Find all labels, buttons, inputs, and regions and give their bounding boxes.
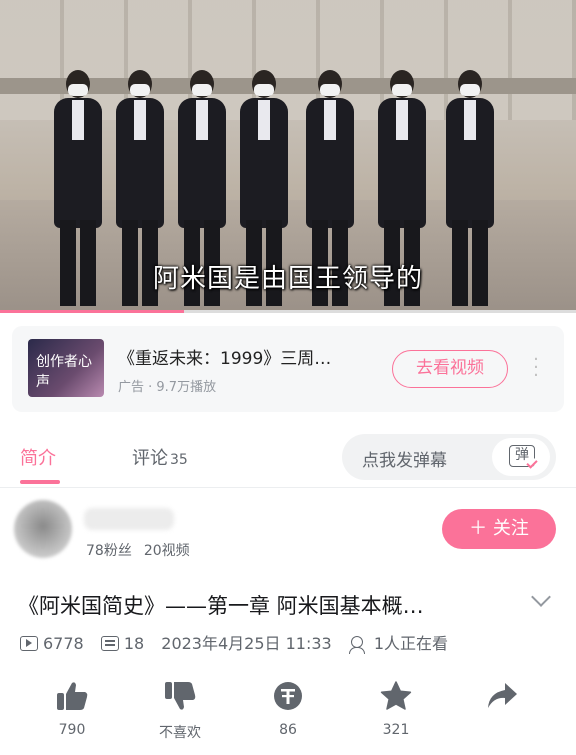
ad-thumbnail[interactable]: 创作者心声 [28,339,104,397]
danmaku-count: 18 [123,634,145,653]
coin-button[interactable]: 86 [258,680,318,738]
tab-bar: 简介 评论 35 点我发弹幕 弹 [0,424,576,488]
star-icon [380,681,412,710]
publish-date: 2023年4月25日 11:33 [161,634,332,653]
follow-button[interactable]: ＋ 关注 [442,509,556,549]
video-title[interactable]: 《阿米国简史》——第一章 阿米国基本概… [18,590,518,620]
thumbs-up-icon [57,682,88,710]
video-player[interactable]: 阿米国是由国王领导的 [0,0,576,312]
danmaku-input[interactable]: 点我发弹幕 弹 [342,434,556,480]
ad-meta: 广告 · 9.7万播放 [118,380,217,395]
thumbs-down-icon [165,682,196,710]
chevron-down-icon[interactable] [531,587,551,607]
uploader-videos: 20视频 [143,543,190,559]
viewers-icon [348,636,369,654]
ad-card[interactable]: 创作者心声 《重返未来：1999》三周… 广告 · 9.7万播放 去看视频 · ·… [12,326,564,412]
tab-comments[interactable]: 评论 35 [132,444,188,470]
coin-count: 86 [279,722,297,738]
watching-now: 1人正在看 [373,634,449,653]
ad-thumbnail-text: 创作者心声 [36,354,92,390]
danmaku-count-icon [100,636,119,651]
favorite-button[interactable]: 321 [366,680,426,738]
dislike-button[interactable]: 不喜欢 [150,680,210,742]
uploader-fans: 78粉丝 [86,543,132,559]
video-subtitle: 阿米国是由国王领导的 [152,264,423,294]
video-progress-bar[interactable] [0,310,576,313]
share-button[interactable] [472,680,532,712]
more-vertical-icon[interactable]: · · · [528,351,544,385]
share-arrow-icon [488,683,517,708]
uploader-avatar[interactable] [14,500,72,558]
video-meta: 6778 18 2023年4月25日 11:33 1人正在看 [20,630,448,654]
video-progress-fill [0,310,185,313]
uploader-name-blurred[interactable] [84,508,174,530]
like-button[interactable]: 790 [42,680,102,738]
play-count-icon [20,636,38,651]
ad-title[interactable]: 《重返未来：1999》三周… [118,344,388,369]
watch-video-button[interactable]: 去看视频 [392,350,508,388]
danmaku-toggle-button[interactable]: 弹 [492,438,550,476]
dislike-label: 不喜欢 [159,725,201,741]
coin-icon [274,682,302,710]
play-count: 6778 [43,634,84,653]
tab-active-indicator [20,480,60,484]
like-count: 790 [58,722,86,738]
tab-comments-label: 评论 [132,448,168,469]
favorite-count: 321 [382,722,410,738]
tab-comments-count: 35 [170,452,188,468]
uploader-stats: 78粉丝 20视频 [86,540,190,560]
tab-intro[interactable]: 简介 [20,444,56,470]
danmaku-placeholder: 点我发弹幕 [362,451,447,471]
